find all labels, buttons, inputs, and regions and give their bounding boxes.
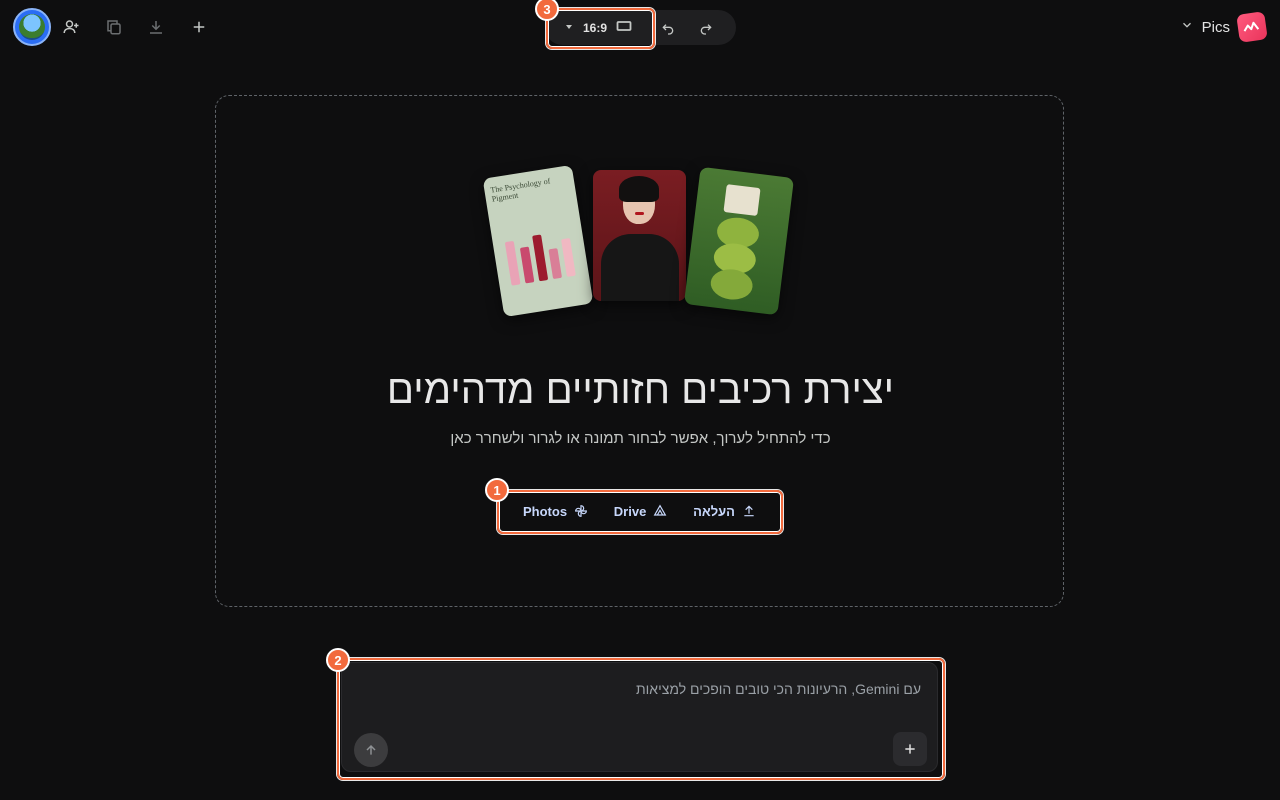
vial-shape <box>561 237 576 277</box>
preview-card-tomatoes <box>683 166 795 316</box>
avatar-image <box>19 14 45 40</box>
send-button[interactable] <box>354 733 388 767</box>
download-icon[interactable] <box>144 15 168 39</box>
pics-logo-icon <box>1236 11 1268 43</box>
undo-icon <box>662 24 674 35</box>
brand-name: Pics <box>1201 18 1230 36</box>
pinwheel-icon <box>575 505 587 517</box>
undo-button[interactable] <box>656 16 680 40</box>
arrow-up-icon <box>366 744 376 755</box>
upload-button-label: העלאה <box>693 503 735 519</box>
tomato-shape <box>708 266 755 302</box>
redo-icon <box>700 24 712 35</box>
page-headline: יצירת רכיבים חזותיים מדהימים <box>386 368 895 412</box>
vial-shape <box>532 234 549 282</box>
vial-shape <box>519 246 535 284</box>
vial-shape <box>548 248 563 280</box>
redo-button[interactable] <box>694 16 718 40</box>
preview-card-portrait <box>593 170 686 301</box>
copy-icon[interactable] <box>102 15 126 39</box>
source-buttons: Photos Drive העלאה <box>501 493 779 529</box>
annotation-badge-1: 1 <box>485 478 509 502</box>
brand[interactable]: Pics <box>1180 11 1268 43</box>
image-drop-zone[interactable]: The Psychology of Pigment יצירת רכיבים ח… <box>215 95 1064 607</box>
plus-icon[interactable] <box>187 15 211 39</box>
aspect-ratio-value: 16:9 <box>582 20 608 35</box>
page-subheadline: כדי להתחיל לערוך, אפשר לבחור תמונה או לג… <box>450 430 831 447</box>
plus-icon <box>905 744 915 754</box>
top-bar: 16:9 Pics <box>0 0 1280 54</box>
vial-shape <box>504 240 521 286</box>
chevron-down-icon <box>1180 18 1194 37</box>
drive-button-label: Drive <box>613 503 647 519</box>
user-avatar[interactable] <box>13 8 51 46</box>
photos-button[interactable]: Photos <box>523 503 589 519</box>
annotation-badge-2: 2 <box>326 648 350 672</box>
preview-card-title: The Psychology of Pigment <box>489 176 551 204</box>
portrait-lips <box>635 212 644 215</box>
canvas-controls: 16:9 <box>545 10 736 45</box>
portrait-suit <box>601 234 679 301</box>
drive-button[interactable]: Drive <box>614 503 669 519</box>
portrait-hair <box>619 176 659 202</box>
preview-card-pigment: The Psychology of Pigment <box>482 164 594 318</box>
candle-jar <box>723 184 761 217</box>
prompt-input[interactable] <box>359 677 923 701</box>
drive-icon <box>653 504 667 516</box>
add-attachment-button[interactable] <box>893 732 927 766</box>
aspect-ratio-selector[interactable]: 16:9 <box>549 11 647 44</box>
caret-down-icon <box>564 21 574 35</box>
upload-icon <box>744 505 754 517</box>
upload-button[interactable]: העלאה <box>693 503 757 519</box>
landscape-frame-icon <box>616 20 632 35</box>
prompt-composer <box>341 662 938 772</box>
add-person-icon[interactable] <box>59 15 83 39</box>
photos-button-label: Photos <box>523 503 568 519</box>
